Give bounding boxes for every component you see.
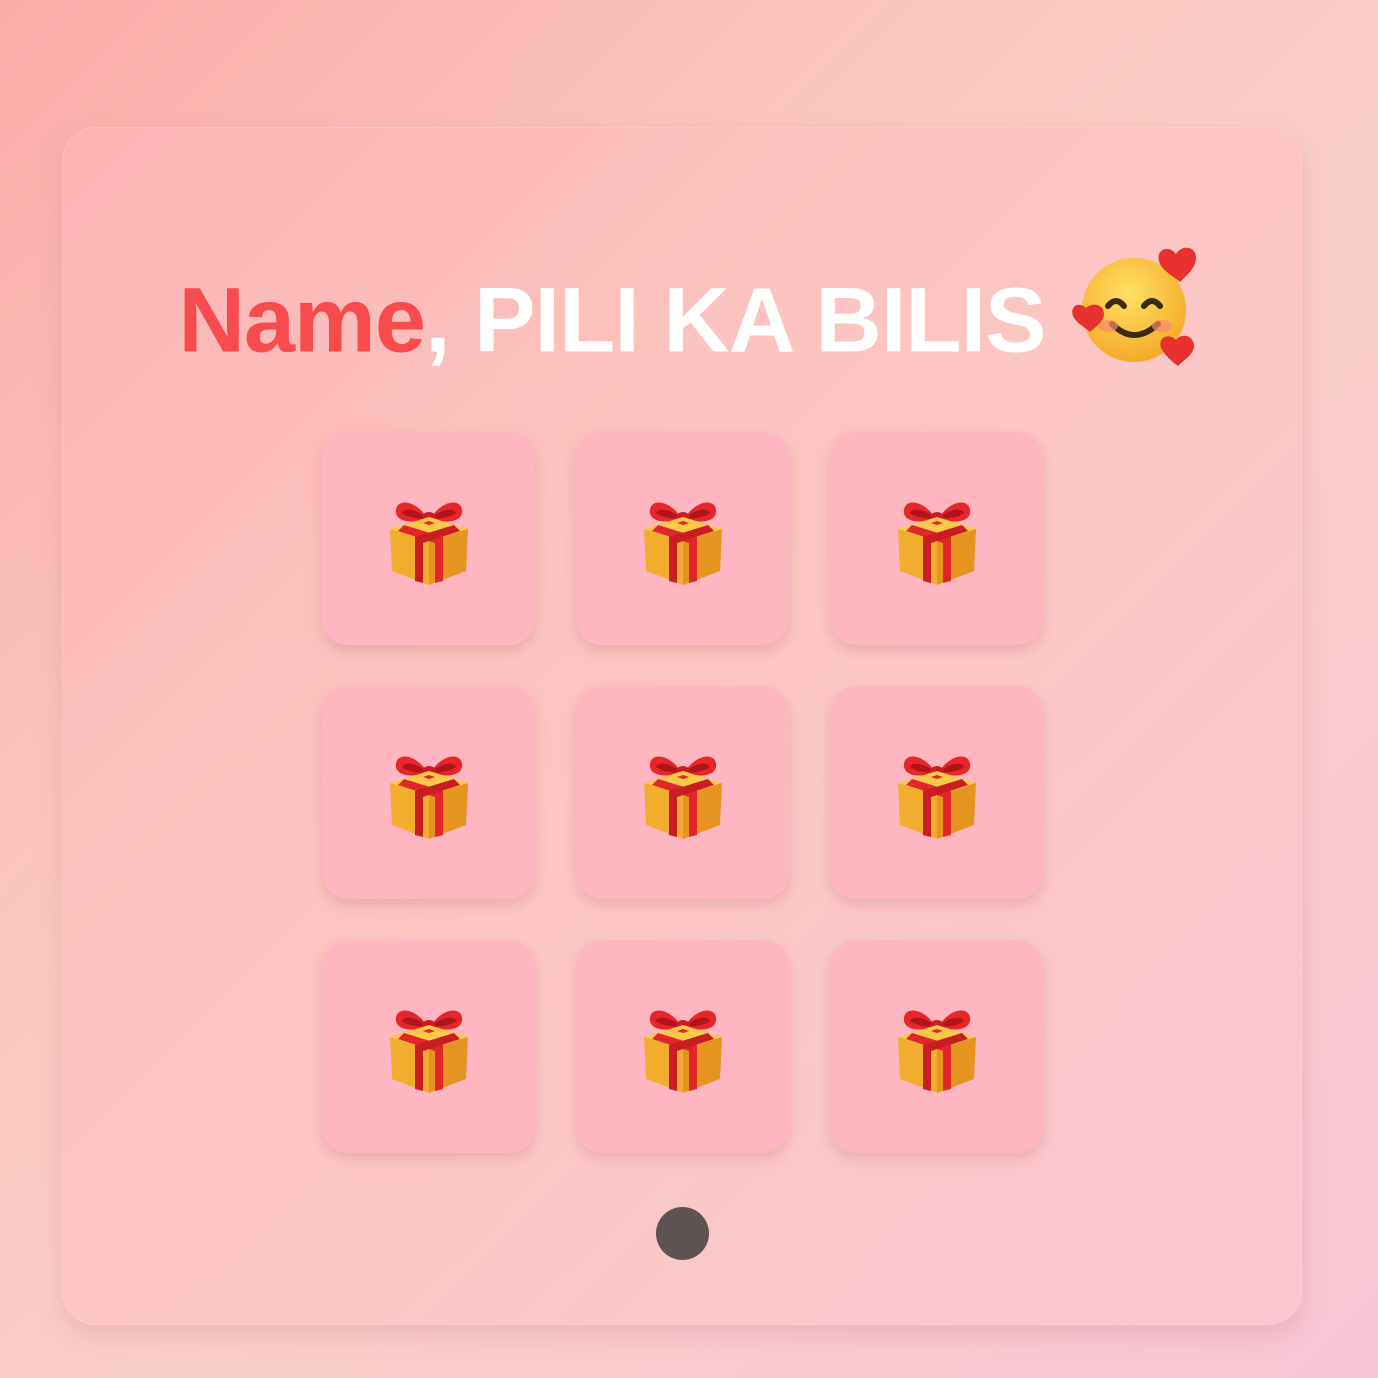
gift-tile-4[interactable]: [322, 686, 535, 899]
player-name: Name: [178, 269, 426, 372]
gift-icon: [643, 1009, 722, 1093]
gift-icon: [897, 501, 976, 585]
gift-icon: [389, 501, 468, 585]
gift-tile-2[interactable]: [576, 432, 789, 645]
gift-icon: [643, 501, 722, 585]
gift-tile-8[interactable]: [576, 940, 789, 1153]
gift-tile-3[interactable]: [830, 432, 1043, 645]
gift-tile-1[interactable]: [322, 432, 535, 645]
gift-tile-5[interactable]: [576, 686, 789, 899]
title-text: PILI KA BILIS: [449, 269, 1046, 372]
title-comma: ,: [425, 269, 451, 372]
smiling-face-with-hearts-icon: [1071, 244, 1200, 396]
page-indicator-dot: [656, 1207, 709, 1260]
gift-tile-7[interactable]: [322, 940, 535, 1153]
page-title: Name, PILI KA BILIS: [0, 247, 1378, 396]
gift-icon: [897, 1009, 976, 1093]
gift-icon: [389, 755, 468, 839]
gift-tile-9[interactable]: [830, 940, 1043, 1153]
gift-icon: [643, 755, 722, 839]
gift-icon: [897, 755, 976, 839]
gift-icon: [389, 1009, 468, 1093]
gift-tile-6[interactable]: [830, 686, 1043, 899]
gift-grid: [322, 432, 1044, 1153]
